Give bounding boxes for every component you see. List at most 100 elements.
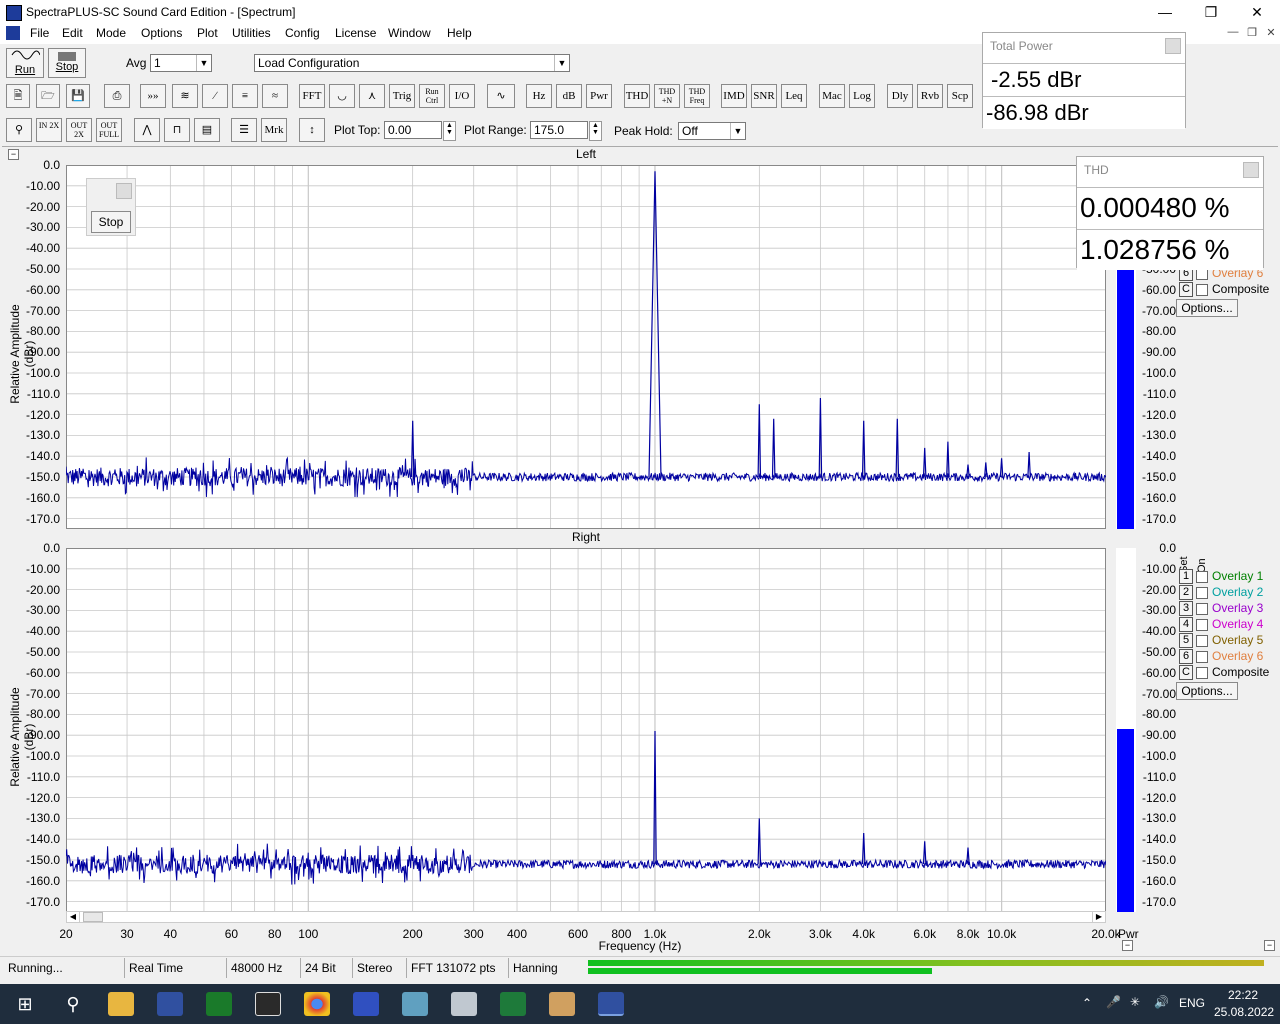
total-power-window[interactable]: Total Power -2.55 dBr -86.98 dBr [982,32,1186,129]
overlay-checkbox[interactable] [1196,603,1208,615]
volume-icon[interactable]: 🔊 [1154,995,1169,1009]
menu-utilities[interactable]: Utilities [230,26,273,40]
overlay-set-button[interactable]: 1 [1179,569,1193,584]
excel-icon[interactable] [500,992,526,1016]
right-spectrum-plot[interactable] [66,548,1106,912]
app-icon[interactable] [6,5,22,21]
pwr-button[interactable]: Pwr [586,84,612,108]
hz-button[interactable]: Hz [526,84,552,108]
plot-top-spinner[interactable]: ▲ ▼ [443,121,456,141]
clock-date[interactable]: 25.08.2022 [1214,1005,1274,1019]
fft-button[interactable]: FFT [299,84,325,108]
overlay-set-button[interactable]: 5 [1179,633,1193,648]
plot-range-input[interactable]: 175.0 [530,121,588,139]
kicad-icon[interactable] [353,992,379,1016]
overlay-set-button[interactable]: C [1179,282,1193,297]
avg-select[interactable]: 1 ▼ [150,54,212,72]
overlay-set-button[interactable]: C [1179,665,1193,680]
io-button[interactable]: I/O [449,84,475,108]
overlay-set-button[interactable]: 3 [1179,601,1193,616]
sine-gen-button[interactable]: ∿ [487,84,515,108]
vertical-scale-icon[interactable]: ↕ [299,118,325,142]
paint-icon[interactable] [549,992,575,1016]
run-button[interactable]: Run [6,48,44,78]
overlay-set-button[interactable]: 6 [1179,649,1193,664]
left-options-button[interactable]: Options... [1176,299,1238,317]
overlay-checkbox[interactable] [1196,667,1208,679]
plot-top-input[interactable]: 0.00 [384,121,442,139]
stop-button[interactable]: Stop [48,48,86,78]
mdi-close-icon[interactable]: ✕ [1262,26,1280,40]
trig-button[interactable]: Trig [389,84,415,108]
imd-button[interactable]: IMD [721,84,747,108]
minimize-icon[interactable]: — [1142,0,1188,24]
save-button[interactable]: 💾 [66,84,90,108]
fast-forward-button[interactable]: »» [140,84,166,108]
scp-button[interactable]: Scp [947,84,973,108]
menu-license[interactable]: License [333,26,378,40]
right-options-button[interactable]: Options... [1176,682,1238,700]
thd-freq-button[interactable]: THD Freq [684,84,710,108]
menu-mode[interactable]: Mode [94,26,128,40]
clock-time[interactable]: 22:22 [1228,988,1258,1002]
spectraplus-icon[interactable] [598,992,624,1016]
network-icon[interactable]: ✳ [1130,995,1140,1009]
popup-stop-button[interactable]: Stop [91,211,131,233]
ap2-icon[interactable] [206,992,232,1016]
spectrum-icon-button[interactable]: ≋ [172,84,198,108]
scope-button[interactable]: ◡ [329,84,355,108]
rvb-button[interactable]: Rvb [917,84,943,108]
thd-n-button[interactable]: THD +N [654,84,680,108]
file-explorer-icon[interactable] [108,992,134,1016]
collapse-right-icon[interactable]: − [1264,940,1275,951]
print-button[interactable]: ⎙ [104,84,130,108]
overlay-checkbox[interactable] [1196,587,1208,599]
run-ctrl-button[interactable]: Run Ctrl [419,84,445,108]
overlay-checkbox[interactable] [1196,635,1208,647]
overlay-checkbox[interactable] [1196,651,1208,663]
overlay-checkbox[interactable] [1196,571,1208,583]
zoom-full-button[interactable]: OUT FULL [96,118,122,142]
collapse-bottom-icon[interactable]: − [1122,940,1133,951]
language-indicator[interactable]: ENG [1179,996,1205,1010]
peak-shape-icon[interactable]: ⋀ [134,118,160,142]
3d-surface-button[interactable]: ≈ [262,84,288,108]
ramp-button[interactable]: ∕ [202,84,228,108]
bars-shape-icon[interactable]: ⊓ [164,118,190,142]
open-folder-button[interactable]: 🗁 [36,84,60,108]
close-icon[interactable]: ✕ [1234,0,1280,24]
mac-button[interactable]: Mac [819,84,845,108]
left-spectrum-plot[interactable] [66,165,1106,529]
new-file-button[interactable]: 🗎 [6,84,30,108]
close-icon[interactable] [116,183,132,199]
menu-help[interactable]: Help [445,26,474,40]
overlay-set-button[interactable]: 4 [1179,617,1193,632]
overlay-set-button[interactable]: 2 [1179,585,1193,600]
overlay-checkbox[interactable] [1196,619,1208,631]
leq-button[interactable]: Leq [781,84,807,108]
mdi-minimize-icon[interactable]: — [1224,26,1242,40]
save-disk-icon[interactable] [157,992,183,1016]
menu-window[interactable]: Window [386,26,433,40]
overlay-checkbox[interactable] [1196,284,1208,296]
list-icon[interactable]: ☰ [231,118,257,142]
zoom-in-2x-button[interactable]: IN 2X [36,118,62,142]
octave-bars-icon[interactable]: ▤ [194,118,220,142]
close-icon[interactable] [1165,38,1181,54]
zoom-out-2x-button[interactable]: OUT 2X [66,118,92,142]
cat-app-icon[interactable] [255,992,281,1016]
marker-button[interactable]: Mrk [261,118,287,142]
notes-icon[interactable] [402,992,428,1016]
close-icon[interactable] [1243,162,1259,178]
spectrogram-button[interactable]: ≡ [232,84,258,108]
mdi-restore-icon[interactable]: ❐ [1243,26,1261,40]
menu-plot[interactable]: Plot [195,26,220,40]
menu-config[interactable]: Config [283,26,322,40]
peak-hold-select[interactable]: Off ▼ [678,122,746,140]
restore-icon[interactable]: ❐ [1188,0,1234,24]
tone-button[interactable]: ⋏ [359,84,385,108]
menu-options[interactable]: Options [139,26,184,40]
search-icon[interactable]: ⚲ [60,992,86,1016]
menu-file[interactable]: File [28,26,51,40]
microphone-icon[interactable]: 🎤 [1106,995,1121,1009]
